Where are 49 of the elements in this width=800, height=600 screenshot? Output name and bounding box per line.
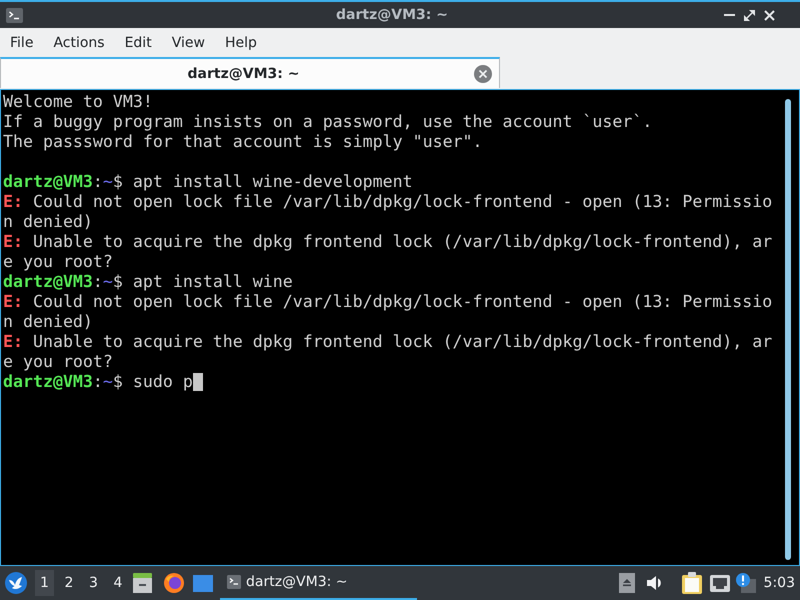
- terminal-text: e you root?: [3, 352, 114, 372]
- terminal-icon: [6, 8, 23, 22]
- terminal-icon: [227, 575, 241, 589]
- error-label: E:: [3, 232, 23, 251]
- terminal-text: The passsword for that account is simply "user".: [3, 132, 484, 152]
- error-message: Could not open lock file /var/lib/dpkg/lock-frontend - open (13: Permissio: [32, 292, 772, 311]
- error-label: E:: [3, 292, 23, 311]
- menu-item[interactable]: File: [0, 30, 44, 54]
- menu-item[interactable]: View: [162, 30, 215, 54]
- command-text: apt install wine: [132, 272, 293, 291]
- close-icon[interactable]: [764, 10, 775, 20]
- terminal-text: Welcome to VM3!: [3, 92, 154, 112]
- terminal-tab[interactable]: dartz@VM3: ~: [0, 57, 500, 88]
- terminal-text: n denied): [3, 312, 94, 332]
- window-title: dartz@VM3: ~: [336, 7, 448, 23]
- command-text: sudo p: [132, 372, 193, 391]
- terminal-text: e you root?: [3, 252, 114, 272]
- screen-icon[interactable]: [193, 574, 213, 592]
- eject-icon[interactable]: [618, 573, 635, 593]
- error-label: E:: [3, 192, 23, 211]
- shell-prompt: dartz@VM3:~$: [3, 372, 123, 391]
- alert-icon[interactable]: [736, 573, 756, 593]
- menu-item[interactable]: Actions: [43, 30, 115, 54]
- task-button[interactable]: dartz@VM3: ~: [220, 566, 417, 600]
- workspace-button[interactable]: 2: [60, 570, 78, 596]
- workspace-button[interactable]: 3: [84, 570, 103, 596]
- error-message: Unable to acquire the dpkg frontend lock (/var/lib/dpkg/lock-frontend), ar: [32, 332, 772, 351]
- close-tab-icon[interactable]: [474, 64, 492, 82]
- speaker-icon[interactable]: [646, 575, 664, 591]
- menu-item[interactable]: Edit: [114, 30, 162, 54]
- error-message: Unable to acquire the dpkg frontend lock (/var/lib/dpkg/lock-frontend), ar: [32, 232, 772, 251]
- network-port-icon[interactable]: [710, 574, 730, 592]
- workspace-button[interactable]: 1: [35, 570, 54, 596]
- shell-prompt: dartz@VM3:~$: [3, 172, 123, 191]
- bird-icon[interactable]: [5, 572, 27, 594]
- terminal-text: n denied): [3, 212, 94, 232]
- drawer-icon[interactable]: [133, 573, 152, 593]
- menu-item[interactable]: Help: [214, 30, 267, 54]
- error-label: E:: [3, 332, 23, 351]
- shell-prompt: dartz@VM3:~$: [3, 272, 123, 291]
- error-message: Could not open lock file /var/lib/dpkg/lock-frontend - open (13: Permissio: [32, 192, 772, 211]
- browser-icon[interactable]: [164, 573, 184, 593]
- clipboard-icon[interactable]: [682, 572, 702, 594]
- workspace-button[interactable]: 4: [108, 570, 128, 596]
- command-text: apt install wine-development: [132, 172, 413, 191]
- maximize-icon[interactable]: [744, 10, 755, 20]
- scrollbar-thumb[interactable]: [785, 99, 791, 560]
- clock: 5:03: [764, 575, 795, 591]
- terminal-text: If a buggy program insists on a password, use the account `user`.: [3, 112, 654, 132]
